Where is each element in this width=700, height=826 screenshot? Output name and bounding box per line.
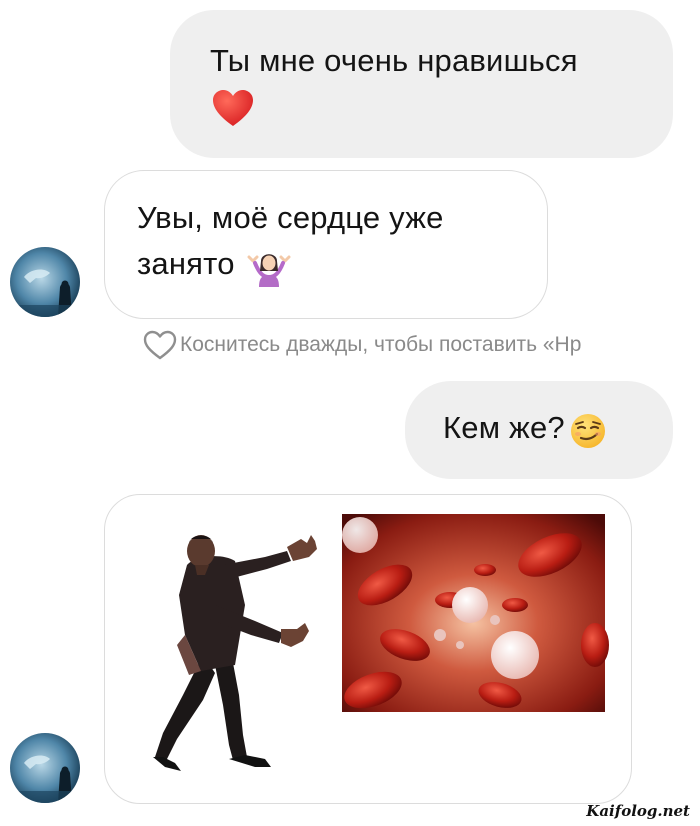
incoming-message-1[interactable]: Увы, моё сердце уже занято	[104, 170, 548, 319]
message-line-2: занято	[137, 243, 291, 287]
man-presenting-image	[153, 535, 317, 771]
contact-avatar-1[interactable]	[10, 247, 80, 317]
blood-cells-image	[342, 514, 609, 712]
message-text-line-2: занято	[137, 246, 235, 281]
incoming-image-message[interactable]	[104, 494, 632, 804]
avatar-image	[10, 733, 80, 803]
message-text-line-1: Увы, моё сердце уже	[137, 200, 444, 235]
watermark: Kaifolog.net	[586, 802, 690, 820]
red-heart-icon	[213, 90, 253, 126]
message-text: Кем же?	[443, 410, 565, 445]
like-hint-text: Коснитесь дважды, чтобы поставить «Нр	[180, 333, 582, 356]
message-text: Ты мне очень нравишься	[210, 43, 578, 78]
like-hint[interactable]: Коснитесь дважды, чтобы поставить «Нр	[143, 330, 581, 360]
outgoing-message-1[interactable]: Ты мне очень нравишься	[170, 10, 673, 158]
heart-outline-icon	[143, 330, 177, 360]
avatar-image	[10, 247, 80, 317]
woman-shrugging-icon	[247, 254, 291, 287]
message-line: Кем же?	[443, 407, 607, 450]
outgoing-message-2[interactable]: Кем же?	[405, 381, 673, 479]
meme-image	[153, 514, 609, 771]
smirking-face-icon	[571, 413, 606, 448]
contact-avatar-2[interactable]	[10, 733, 80, 803]
